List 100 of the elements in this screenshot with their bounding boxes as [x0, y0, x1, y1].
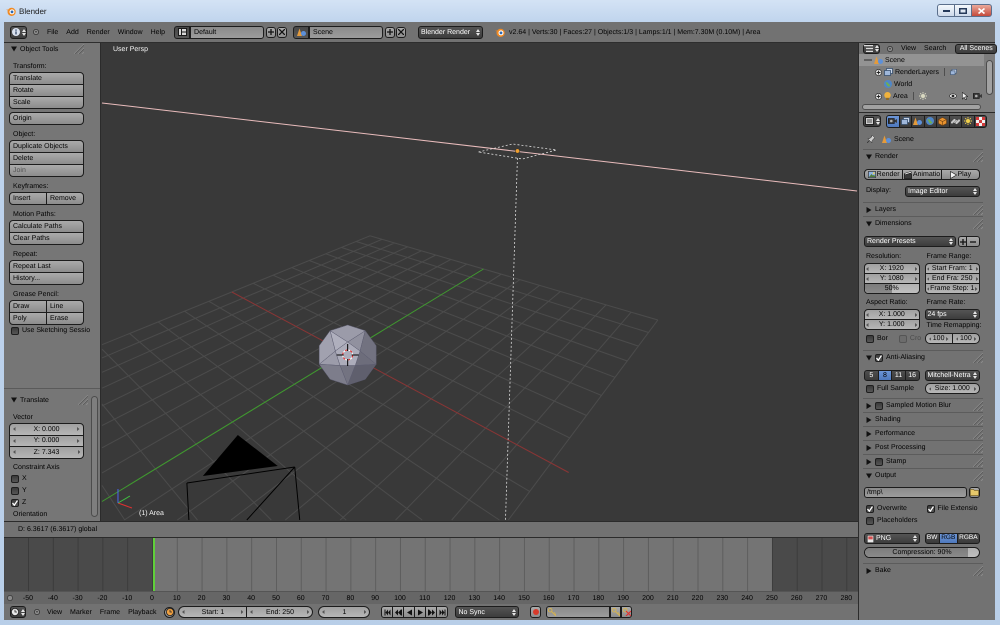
disclosure-triangle-icon[interactable]	[866, 206, 872, 212]
checkbox[interactable]	[11, 498, 19, 506]
keying-set-field[interactable]	[546, 606, 610, 618]
pointer-icon	[962, 92, 968, 100]
image-stack-icon	[950, 69, 957, 75]
playback-button[interactable]	[403, 606, 416, 618]
left-arrow-icon	[13, 438, 16, 443]
disclosure-triangle-icon[interactable]	[866, 154, 872, 160]
disclosure-triangle-icon[interactable]	[866, 354, 872, 360]
left-arrow-icon	[250, 610, 253, 614]
right-arrow-icon	[364, 610, 366, 614]
properties-tab[interactable]	[911, 114, 924, 128]
next-key-icon	[428, 608, 435, 616]
minimize-button[interactable]	[937, 4, 955, 17]
layout-browse-button[interactable]	[174, 26, 190, 38]
playback-button[interactable]	[392, 606, 404, 618]
checkbox[interactable]	[875, 458, 883, 466]
delete-button[interactable]	[396, 26, 406, 38]
updown-arrows-icon	[22, 28, 26, 36]
plus-icon	[387, 29, 394, 35]
checkbox[interactable]	[11, 474, 19, 482]
crosshair-icon	[336, 344, 360, 366]
key-icon	[612, 608, 620, 616]
delete-button[interactable]	[277, 26, 288, 38]
properties-tab[interactable]	[886, 114, 900, 128]
playback-button[interactable]	[381, 606, 394, 618]
checkbox[interactable]	[866, 334, 874, 342]
scene-icon	[874, 56, 883, 64]
key-delete-icon	[622, 608, 631, 616]
skip-start-icon	[384, 608, 391, 616]
editor-type-button[interactable]	[863, 115, 881, 127]
checkbox[interactable]	[875, 354, 883, 362]
maximize-button[interactable]	[954, 4, 972, 17]
record-button[interactable]	[530, 606, 542, 618]
menu-toggle-icon[interactable]	[33, 29, 39, 35]
disclosure-triangle-icon[interactable]	[866, 472, 872, 478]
playback-button[interactable]	[436, 606, 448, 618]
properties-tab[interactable]	[961, 114, 974, 128]
chain-icon	[950, 116, 960, 126]
updown-arrows-icon	[876, 118, 880, 124]
editor-type-button[interactable]	[10, 26, 27, 38]
play-reverse-icon	[406, 608, 413, 616]
checkbox[interactable]	[866, 504, 874, 512]
sun-icon	[918, 92, 927, 100]
delete-key-button[interactable]	[621, 606, 632, 618]
disclosure-triangle-icon[interactable]	[866, 416, 872, 422]
scrollbar[interactable]	[91, 396, 98, 517]
disclosure-triangle-icon[interactable]	[866, 458, 872, 464]
left-arrow-icon	[866, 322, 868, 326]
disclosure-triangle-icon[interactable]	[11, 397, 17, 403]
checkbox[interactable]	[11, 486, 19, 494]
close-button[interactable]	[971, 4, 992, 17]
right-arrow-icon	[974, 386, 976, 390]
grip-icon	[973, 218, 983, 228]
expander-icon[interactable]	[874, 68, 882, 76]
playback-button[interactable]	[425, 606, 438, 618]
playback-button[interactable]	[414, 606, 426, 618]
expander-icon[interactable]	[874, 92, 882, 100]
left-arrow-icon	[866, 266, 868, 270]
add-button[interactable]	[266, 26, 276, 38]
scroll-handle-icon	[7, 595, 13, 601]
disclosure-triangle-icon[interactable]	[866, 220, 872, 226]
updown-arrows-icon	[973, 372, 977, 379]
updown-arrows-icon	[912, 535, 916, 542]
disclosure-triangle-icon[interactable]	[866, 402, 872, 408]
preview-range-button[interactable]	[164, 606, 176, 618]
editor-type-button[interactable]	[10, 606, 26, 618]
disclosure-triangle-icon[interactable]	[866, 444, 872, 450]
sphere-mesh	[318, 324, 376, 386]
image-file-icon	[867, 534, 874, 542]
left-arrow-icon	[182, 610, 185, 614]
browse-folder-button[interactable]	[969, 487, 980, 498]
left-arrow-icon	[928, 386, 931, 390]
checkbox[interactable]	[11, 326, 19, 334]
scrollbar[interactable]	[986, 60, 993, 95]
add-button[interactable]	[385, 26, 396, 38]
remove-preset-button[interactable]	[966, 236, 980, 247]
check-icon	[12, 500, 18, 506]
right-arrow-icon	[78, 450, 80, 454]
editor-type-button[interactable]	[863, 44, 880, 54]
updown-arrows-icon	[512, 608, 516, 616]
scene-browse-button[interactable]	[293, 26, 310, 38]
disclosure-triangle-icon[interactable]	[866, 430, 872, 436]
properties-tab[interactable]	[936, 114, 950, 128]
menu-toggle-icon[interactable]	[887, 46, 893, 52]
grip-icon	[973, 566, 983, 576]
menu-toggle-icon[interactable]	[34, 609, 40, 615]
disclosure-triangle-icon[interactable]	[11, 46, 17, 52]
insert-key-button[interactable]	[610, 606, 622, 618]
checkbox[interactable]	[926, 504, 934, 512]
scrollbar[interactable]	[862, 104, 981, 110]
properties-tab[interactable]	[974, 114, 987, 128]
checkbox[interactable]	[866, 516, 874, 524]
right-arrow-icon	[915, 276, 918, 280]
disclosure-triangle-icon[interactable]	[866, 568, 872, 574]
right-arrow-icon	[306, 610, 310, 614]
checkbox[interactable]	[866, 384, 874, 392]
camera-icon	[888, 118, 898, 124]
globe-icon	[884, 80, 892, 88]
checkbox[interactable]	[875, 402, 883, 410]
